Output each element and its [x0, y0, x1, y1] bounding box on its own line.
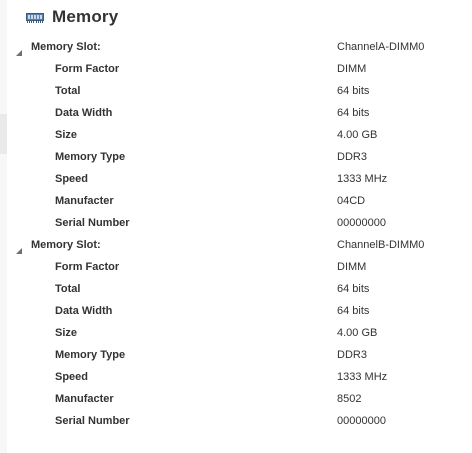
memory-module-icon — [26, 11, 44, 23]
property-label: Manufacter — [55, 393, 114, 405]
memory-slot-label: Memory Slot: — [31, 239, 101, 251]
memory-slot-value: ChannelA-DIMM0 — [337, 41, 425, 53]
property-value: 64 bits — [337, 305, 370, 317]
memory-slot-row[interactable]: Memory Slot: ChannelB-DIMM0 — [0, 234, 472, 256]
property-row: Form Factor DIMM — [0, 58, 472, 80]
property-value: DDR3 — [337, 349, 367, 361]
property-label: Data Width — [55, 107, 113, 119]
property-row: Total 64 bits — [0, 278, 472, 300]
property-row: Manufacter 8502 — [0, 388, 472, 410]
property-value: 1333 MHz — [337, 173, 388, 185]
collapse-triangle-icon[interactable] — [15, 43, 23, 56]
property-label: Memory Type — [55, 151, 126, 163]
property-value: 4.00 GB — [337, 129, 378, 141]
property-value: DIMM — [337, 63, 367, 75]
property-row: Memory Type DDR3 — [0, 146, 472, 168]
property-label: Serial Number — [55, 217, 130, 229]
property-value: DDR3 — [337, 151, 367, 163]
property-value: 00000000 — [337, 415, 386, 427]
property-label: Serial Number — [55, 415, 130, 427]
section-title: Memory — [52, 7, 119, 26]
property-row: Serial Number 00000000 — [0, 212, 472, 234]
memory-tree: Memory Slot: ChannelA-DIMM0 Form Factor … — [0, 36, 472, 432]
property-label: Memory Type — [55, 349, 126, 361]
property-row: Total 64 bits — [0, 80, 472, 102]
property-row: Manufacter 04CD — [0, 190, 472, 212]
property-row: Memory Type DDR3 — [0, 344, 472, 366]
property-label: Form Factor — [55, 63, 120, 75]
collapse-triangle-icon[interactable] — [15, 241, 23, 254]
property-row: Form Factor DIMM — [0, 256, 472, 278]
property-row: Data Width 64 bits — [0, 300, 472, 322]
property-label: Data Width — [55, 305, 113, 317]
property-value: 1333 MHz — [337, 371, 388, 383]
property-row: Speed 1333 MHz — [0, 168, 472, 190]
property-value: 00000000 — [337, 217, 386, 229]
property-label: Total — [55, 283, 81, 295]
property-row: Size 4.00 GB — [0, 322, 472, 344]
memory-slot-value: ChannelB-DIMM0 — [337, 239, 425, 251]
property-value: 64 bits — [337, 283, 370, 295]
property-row: Serial Number 00000000 — [0, 410, 472, 432]
property-label: Speed — [55, 173, 89, 185]
property-value: 64 bits — [337, 107, 370, 119]
property-value: DIMM — [337, 261, 367, 273]
memory-slot-row[interactable]: Memory Slot: ChannelA-DIMM0 — [0, 36, 472, 58]
property-label: Manufacter — [55, 195, 114, 207]
property-value: 64 bits — [337, 85, 370, 97]
property-label: Size — [55, 129, 78, 141]
property-row: Size 4.00 GB — [0, 124, 472, 146]
property-row: Data Width 64 bits — [0, 102, 472, 124]
property-label: Speed — [55, 371, 89, 383]
property-label: Size — [55, 327, 78, 339]
section-header: Memory — [26, 0, 118, 34]
property-row: Speed 1333 MHz — [0, 366, 472, 388]
property-label: Total — [55, 85, 81, 97]
property-label: Form Factor — [55, 261, 120, 273]
property-value: 04CD — [337, 195, 366, 207]
property-value: 4.00 GB — [337, 327, 378, 339]
property-value: 8502 — [337, 393, 362, 405]
memory-panel: Memory Memory Slot: ChannelA-DIMM0 Form … — [0, 0, 472, 453]
memory-slot-label: Memory Slot: — [31, 41, 101, 53]
